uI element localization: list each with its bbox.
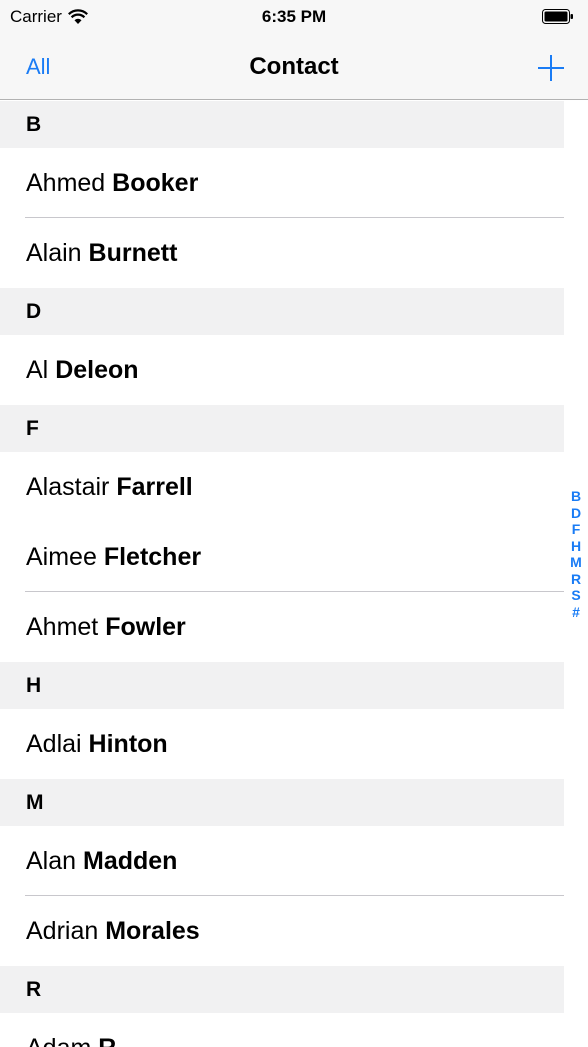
last-name: Booker [112,169,199,197]
section-header-d: D [0,288,564,335]
section-header-m: M [0,779,564,826]
last-name: Fowler [105,613,186,641]
navigation-bar: All Contact [0,34,588,100]
contact-row[interactable]: Alastair Farrell [0,452,564,522]
index-letter-d[interactable]: D [571,505,581,522]
last-name: Farrell [116,473,193,501]
battery-icon [542,9,573,24]
index-letter-r[interactable]: R [571,571,581,588]
contacts-screen: Carrier 6:35 PM All Contact B Ahmed Book… [0,0,588,1047]
index-letter-f[interactable]: F [572,521,581,538]
first-name: Ahmed [26,169,106,197]
contact-row[interactable]: Al Deleon [0,335,564,405]
last-name: Madden [83,847,178,875]
section-header-r: R [0,966,564,1013]
add-icon[interactable] [536,53,566,83]
first-name: Adam [26,1034,91,1047]
contact-row[interactable]: Aimee Fletcher [0,522,564,592]
section-header-f: F [0,405,564,452]
contact-row[interactable]: Alain Burnett [0,218,564,288]
status-bar: Carrier 6:35 PM [0,0,588,34]
index-letter-hash[interactable]: # [572,604,580,621]
section-header-h: H [0,662,564,709]
contact-row[interactable]: Adrian Morales [0,896,564,966]
last-name: Burnett [88,239,178,267]
last-name: Morales [105,917,200,945]
index-letter-b[interactable]: B [571,488,581,505]
contact-row[interactable]: Alan Madden [0,826,564,896]
last-name: Deleon [55,356,139,384]
first-name: Al [26,356,49,384]
last-name: Hinton [88,730,168,758]
first-name: Ahmet [26,613,99,641]
last-name: R [98,1034,116,1047]
status-time: 6:35 PM [261,7,327,26]
contact-row[interactable]: Ahmed Booker [0,148,564,218]
contact-row[interactable]: Ahmet Fowler [0,592,564,662]
first-name: Alan [26,847,77,875]
index-letter-h[interactable]: H [571,538,581,555]
first-name: Adrian [26,917,99,945]
index-letter-m[interactable]: M [570,554,582,571]
page-title: Contact [249,53,339,80]
contact-row[interactable]: Adam R [0,1013,564,1047]
last-name: Fletcher [103,543,202,571]
contact-list: B Ahmed Booker Alain Burnett D Al Deleon… [0,101,564,1047]
first-name: Adlai [26,730,82,758]
first-name: Alain [26,239,82,267]
section-index[interactable]: B D F H M R S # [564,488,588,620]
section-header-b: B [0,101,564,148]
first-name: Aimee [26,543,97,571]
index-letter-s[interactable]: S [571,587,580,604]
first-name: Alastair [26,473,110,501]
contact-row[interactable]: Adlai Hinton [0,709,564,779]
